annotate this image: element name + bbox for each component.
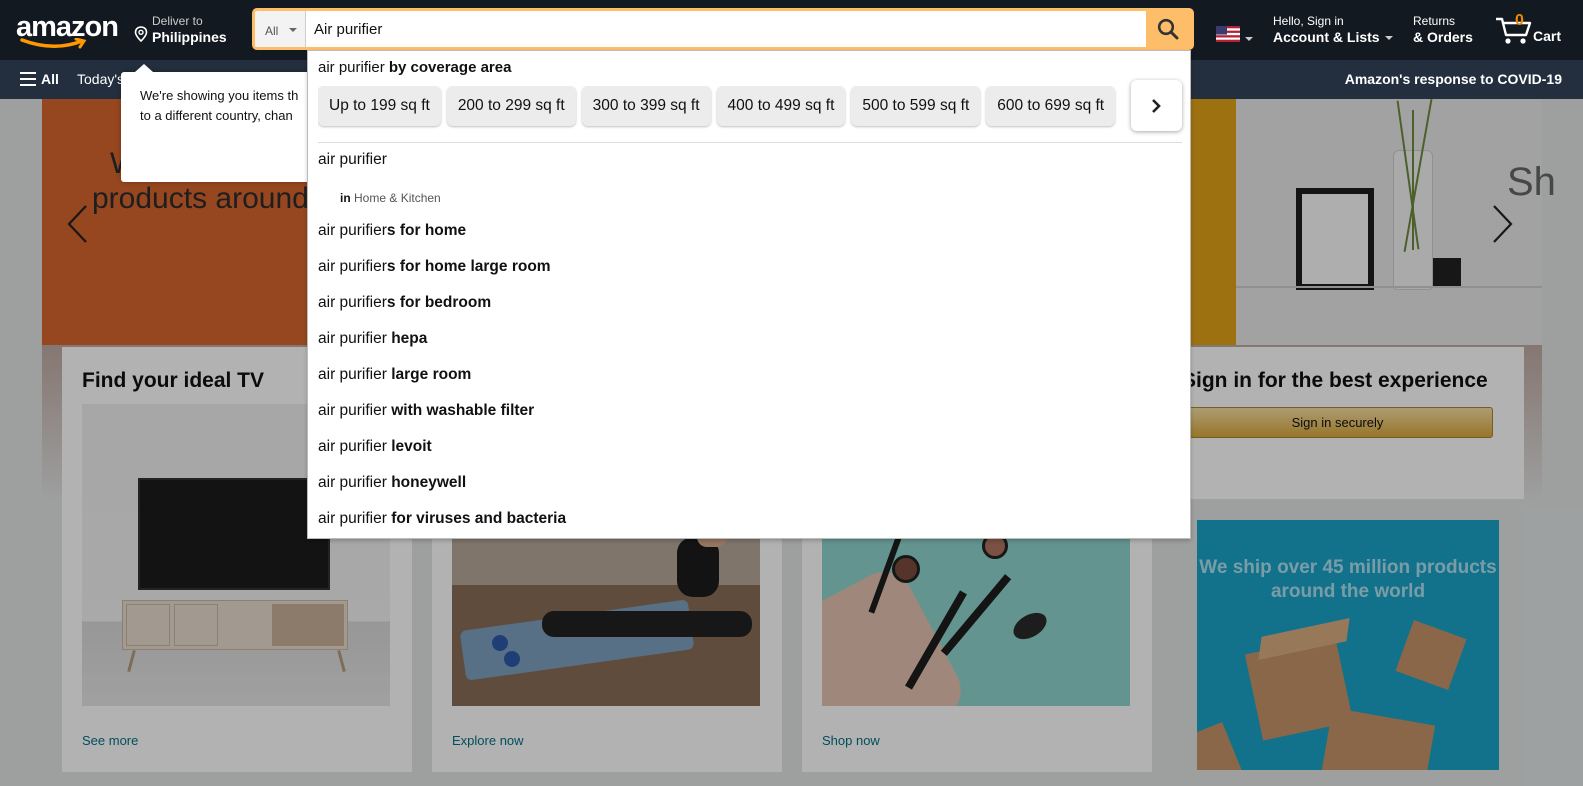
suggestion-item[interactable]: air purifiers for home large room xyxy=(318,258,551,276)
account-lists[interactable]: Hello, Sign in Account & Lists xyxy=(1273,14,1393,45)
suggestion-item[interactable]: air purifier honeywell xyxy=(318,474,466,492)
coverage-chip[interactable]: 200 to 299 sq ft xyxy=(446,86,576,126)
cart-count: 0 xyxy=(1515,12,1524,29)
cart-button[interactable]: 0 Cart xyxy=(1495,10,1570,50)
us-flag-icon[interactable] xyxy=(1216,26,1240,42)
suggestion-item[interactable]: air purifier hepa xyxy=(318,330,427,348)
search-icon xyxy=(1157,18,1179,40)
todays-deals-link[interactable]: Today's xyxy=(77,71,124,87)
chips-next-button[interactable] xyxy=(1131,80,1182,131)
search-input[interactable] xyxy=(307,11,1137,47)
deliver-label: Deliver to xyxy=(152,14,203,28)
deliver-country: Philippines xyxy=(152,29,227,45)
suggestion-item[interactable]: air purifier large room xyxy=(318,366,471,384)
search-bar: All xyxy=(252,8,1194,50)
orders-label: & Orders xyxy=(1413,29,1473,45)
returns-label: Returns xyxy=(1413,14,1456,28)
suggestion-item[interactable]: air purifier for viruses and bacteria xyxy=(318,510,566,528)
suggestion-coverage-header[interactable]: air purifier by coverage area xyxy=(318,59,511,76)
location-pin-icon xyxy=(134,26,148,42)
cart-label: Cart xyxy=(1533,28,1562,44)
search-category-label: All xyxy=(265,24,279,38)
logo-smile-icon xyxy=(20,38,87,49)
search-suggestions-dropdown: air purifier by coverage area Up to 199 … xyxy=(307,50,1191,539)
all-menu-label: All xyxy=(41,71,59,87)
hamburger-icon xyxy=(20,72,36,90)
suggestion-item[interactable]: air purifier xyxy=(318,151,387,169)
coverage-chip[interactable]: 300 to 399 sq ft xyxy=(581,86,711,126)
location-popover-text: We're showing you items th to a differen… xyxy=(140,88,299,123)
chevron-down-icon xyxy=(1384,36,1393,41)
suggestion-item[interactable]: air purifier with washable filter xyxy=(318,402,534,420)
covid-response-link[interactable]: Amazon's response to COVID-19 xyxy=(1345,71,1562,87)
returns-orders[interactable]: Returns & Orders xyxy=(1413,14,1473,45)
coverage-chips: Up to 199 sq ft 200 to 299 sq ft 300 to 39… xyxy=(318,86,1131,130)
suggestion-department[interactable]: in Home & Kitchen xyxy=(340,191,441,205)
search-button[interactable] xyxy=(1146,11,1191,47)
language-chevron-icon xyxy=(1245,37,1253,41)
suggestions-divider xyxy=(318,142,1182,143)
search-category-dropdown[interactable]: All xyxy=(255,11,306,47)
suggestion-item[interactable]: air purifiers for home xyxy=(318,222,466,240)
coverage-chip[interactable]: Up to 199 sq ft xyxy=(318,86,441,126)
coverage-chip[interactable]: 600 to 699 sq ft xyxy=(986,86,1116,126)
location-popover: We're showing you items th to a differen… xyxy=(121,64,311,182)
chevron-down-icon xyxy=(289,28,297,32)
account-greeting: Hello, Sign in xyxy=(1273,14,1344,28)
suggestion-item[interactable]: air purifiers for bedroom xyxy=(318,294,491,312)
chevron-right-icon xyxy=(1152,99,1161,113)
coverage-chip[interactable]: 400 to 499 sq ft xyxy=(716,86,846,126)
suggestion-item[interactable]: air purifier levoit xyxy=(318,438,432,456)
account-label: Account & Lists xyxy=(1273,29,1380,45)
amazon-logo[interactable]: amazon xyxy=(16,12,119,50)
coverage-chip[interactable]: 500 to 599 sq ft xyxy=(851,86,981,126)
cart-icon xyxy=(1496,17,1532,44)
